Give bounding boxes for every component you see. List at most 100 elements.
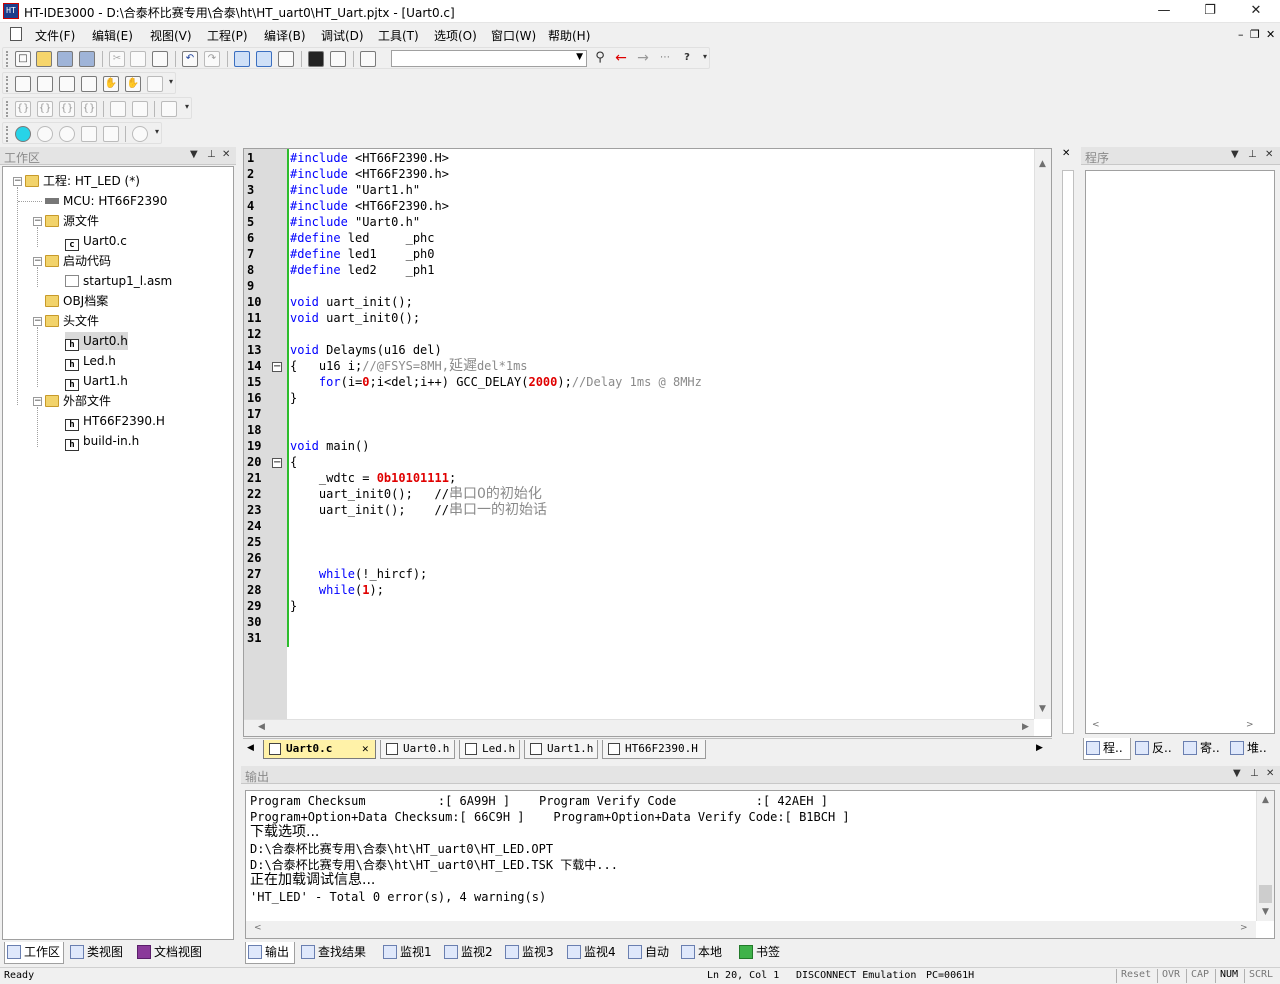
redo-icon[interactable]: ↷ (204, 51, 220, 67)
tree-item-uart0-h[interactable]: h Uart0.h (65, 332, 128, 351)
trash-icon[interactable] (161, 101, 177, 117)
mdi-restore-button[interactable]: ❐ (1250, 28, 1260, 41)
tab-uart0-c[interactable]: Uart0.c ✕ (263, 740, 376, 759)
menu-options[interactable]: 选项(O) (434, 27, 477, 44)
panel-close-icon[interactable]: ✕ (1265, 149, 1273, 160)
tab-watch1[interactable]: 监视1 (381, 942, 432, 964)
tab-watch3[interactable]: 监视3 (503, 942, 554, 964)
toolbar-grip[interactable] (6, 76, 9, 92)
collapse-icon[interactable]: − (33, 397, 42, 406)
clear-breakpoints-icon[interactable] (132, 101, 148, 117)
tab-document-view[interactable]: 文档视图 (135, 942, 202, 964)
tree-folder-external[interactable]: 外部文件 (45, 392, 111, 410)
tree-item-build-in-h[interactable]: h build-in.h (65, 432, 139, 451)
toolbar-options-icon[interactable]: ▾ (703, 52, 707, 61)
tab-workspace[interactable]: 工作区 (4, 942, 64, 964)
trace-icon[interactable] (132, 126, 148, 142)
stop-build-icon[interactable]: ✋ (125, 76, 141, 92)
scroll-thumb[interactable] (1259, 885, 1272, 903)
workspace-toggle-icon[interactable] (234, 51, 250, 67)
tab-stack[interactable]: 堆.. (1228, 738, 1267, 760)
open-folder-icon[interactable] (36, 51, 52, 67)
toolbar-options-icon[interactable]: ▾ (169, 77, 173, 86)
mdi-minimize-button[interactable]: – (1238, 28, 1244, 41)
panel-menu-icon[interactable]: ▼ (190, 149, 198, 160)
stop-icon[interactable] (308, 51, 324, 67)
print-icon[interactable] (330, 51, 346, 67)
scroll-down-icon[interactable]: ▼ (1262, 907, 1269, 917)
scroll-left-icon[interactable]: < (254, 923, 262, 933)
scroll-up-icon[interactable]: ▲ (1039, 159, 1046, 169)
fold-collapse-icon[interactable]: − (272, 362, 282, 372)
scroll-up-icon[interactable]: ▲ (1262, 795, 1269, 805)
editor-vertical-scrollbar[interactable]: ▲ ▼ (1034, 149, 1051, 719)
menu-build[interactable]: 编译(B) (264, 27, 306, 44)
tab-disassembly[interactable]: 反.. (1133, 738, 1172, 760)
menu-view[interactable]: 视图(V) (150, 27, 192, 44)
editor-horizontal-scrollbar[interactable]: ◀ ▶ (244, 719, 1034, 736)
tree-folder-source[interactable]: 源文件 (45, 212, 99, 230)
cut-icon[interactable]: ✂ (109, 51, 125, 67)
panel-menu-icon[interactable]: ▼ (1231, 149, 1239, 160)
menu-debug[interactable]: 调试(D) (321, 27, 364, 44)
copy-icon[interactable] (130, 51, 146, 67)
panel-close-icon[interactable]: ✕ (1266, 768, 1274, 779)
scroll-right-icon[interactable]: ▶ (1022, 722, 1029, 732)
run-icon[interactable] (37, 126, 53, 142)
tab-bookmarks[interactable]: 书签 (737, 942, 780, 964)
tree-folder-headers[interactable]: 头文件 (45, 312, 99, 330)
panel-menu-icon[interactable]: ▼ (1233, 768, 1241, 779)
tree-folder-obj[interactable]: OBJ档案 (45, 292, 108, 310)
tab-watch4[interactable]: 监视4 (565, 942, 616, 964)
code-editor[interactable]: 1 2 3 4 5 6 7 8 9 10 11 12 13 14 15 16 1… (243, 148, 1052, 737)
pin-icon[interactable]: ⊥ (207, 149, 216, 160)
tab-scroll-left-icon[interactable]: ◀ (247, 743, 254, 753)
menu-project[interactable]: 工程(P) (207, 27, 248, 44)
output-vertical-scrollbar[interactable]: ▲ ▼ (1256, 791, 1274, 921)
tree-item-ht66f2390-h[interactable]: h HT66F2390.H (65, 412, 165, 431)
window-list-icon[interactable] (278, 51, 294, 67)
tree-item-uart1-h[interactable]: h Uart1.h (65, 372, 128, 391)
collapse-icon[interactable]: − (33, 257, 42, 266)
menu-window[interactable]: 窗口(W) (491, 27, 536, 44)
panel-close-icon[interactable]: ✕ (222, 149, 230, 160)
scroll-left-icon[interactable]: < (1092, 720, 1100, 730)
compile-icon[interactable] (15, 76, 31, 92)
scroll-down-icon[interactable]: ▼ (1039, 704, 1046, 714)
chevron-down-icon[interactable]: ▼ (576, 52, 583, 62)
pin-icon[interactable]: ⊥ (1250, 768, 1259, 779)
bookmark-icon[interactable]: ⋯ (657, 51, 673, 67)
tab-ht66f2390-h[interactable]: HT66F2390.H (602, 740, 706, 759)
collapse-icon[interactable]: − (13, 177, 22, 186)
tab-class-view[interactable]: 类视图 (68, 942, 123, 964)
tab-program[interactable]: 程.. (1083, 738, 1131, 760)
tree-folder-startup[interactable]: 启动代码 (45, 252, 111, 270)
forward-arrow-icon[interactable]: → (635, 51, 651, 67)
tree-item-mcu[interactable]: MCU: HT66F2390 (45, 192, 167, 210)
tab-registers[interactable]: 寄.. (1181, 738, 1220, 760)
tree-item-led-h[interactable]: h Led.h (65, 352, 116, 371)
tree-item-startup-asm[interactable]: startup1_l.asm (65, 272, 172, 290)
output-horizontal-scrollbar[interactable]: < > (246, 921, 1256, 938)
undo-icon[interactable]: ↶ (182, 51, 198, 67)
power-on-reset-icon[interactable] (103, 126, 119, 142)
pause-icon[interactable] (59, 126, 75, 142)
tab-watch2[interactable]: 监视2 (442, 942, 493, 964)
output-console[interactable]: Program Checksum :[ 6A99H ] Program Veri… (245, 790, 1275, 939)
scroll-right-icon[interactable]: > (1246, 720, 1254, 730)
build-icon[interactable] (37, 76, 53, 92)
binoculars-icon[interactable]: ⚲ (592, 51, 608, 67)
new-file-icon[interactable]: □ (15, 51, 31, 67)
breakpoint-icon[interactable] (110, 101, 126, 117)
tree-item-uart0-c[interactable]: c Uart0.c (65, 232, 127, 251)
tree-item-project[interactable]: 工程: HT_LED (*) (25, 172, 140, 190)
document-icon[interactable] (10, 27, 22, 41)
mdi-close-button[interactable]: ✕ (1266, 28, 1275, 41)
run-to-cursor-icon[interactable]: {} (81, 101, 97, 117)
close-button[interactable]: ✕ (1233, 0, 1279, 23)
paste-icon[interactable] (152, 51, 168, 67)
save-icon[interactable] (57, 51, 73, 67)
menu-edit[interactable]: 编辑(E) (92, 27, 133, 44)
toolbar-grip[interactable] (6, 126, 9, 142)
restore-button[interactable]: ❐ (1187, 0, 1233, 23)
